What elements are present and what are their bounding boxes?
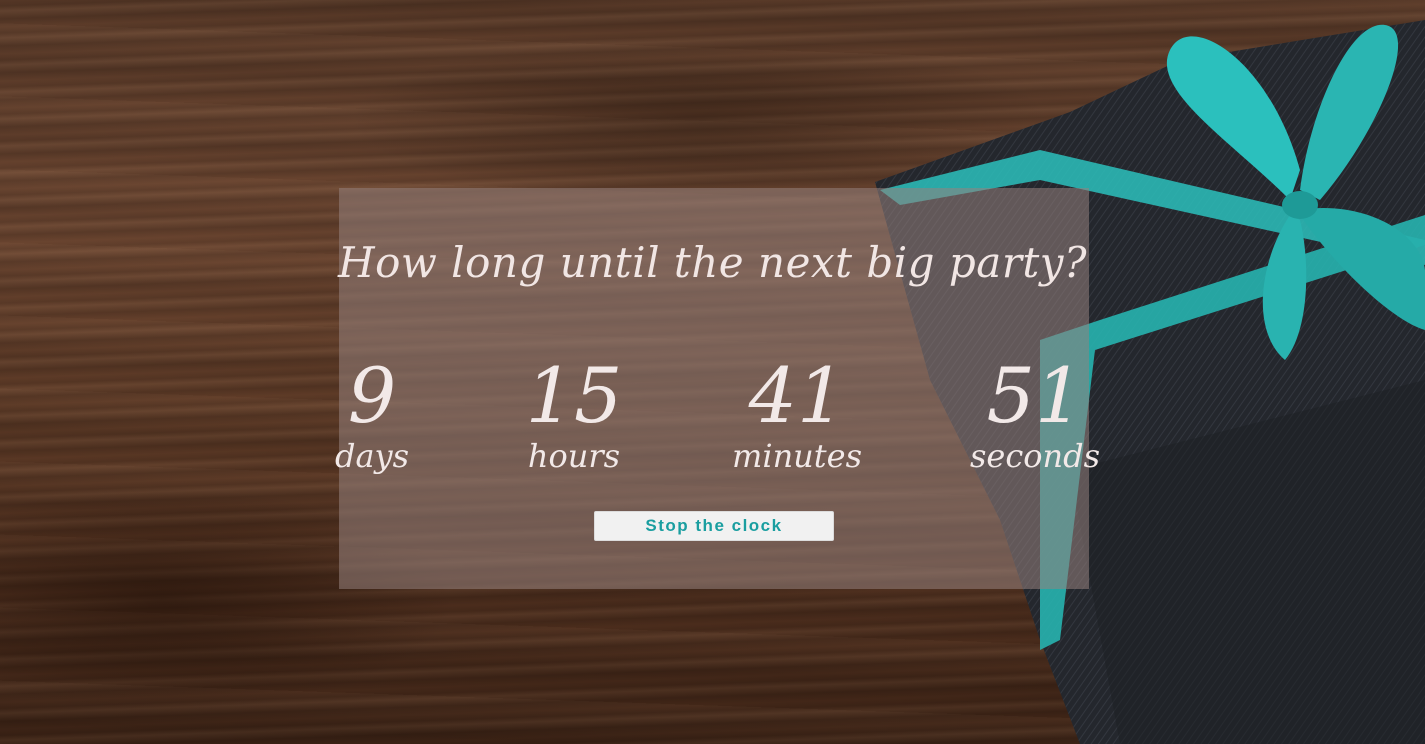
hours-counter: 15 hours (474, 352, 674, 476)
days-label: days (334, 437, 410, 475)
minutes-label: minutes (731, 437, 862, 475)
minutes-value: 41 (748, 351, 846, 440)
seconds-counter: 51 seconds (935, 352, 1135, 476)
days-value: 9 (347, 351, 397, 440)
stop-clock-button[interactable]: Stop the clock (594, 511, 834, 541)
hours-label: hours (527, 437, 621, 475)
hours-value: 15 (525, 351, 623, 440)
seconds-label: seconds (969, 437, 1101, 475)
days-counter: 9 days (272, 352, 472, 476)
minutes-counter: 41 minutes (697, 352, 897, 476)
seconds-value: 51 (986, 351, 1084, 440)
page-title: How long until the next big party? (337, 238, 1088, 287)
